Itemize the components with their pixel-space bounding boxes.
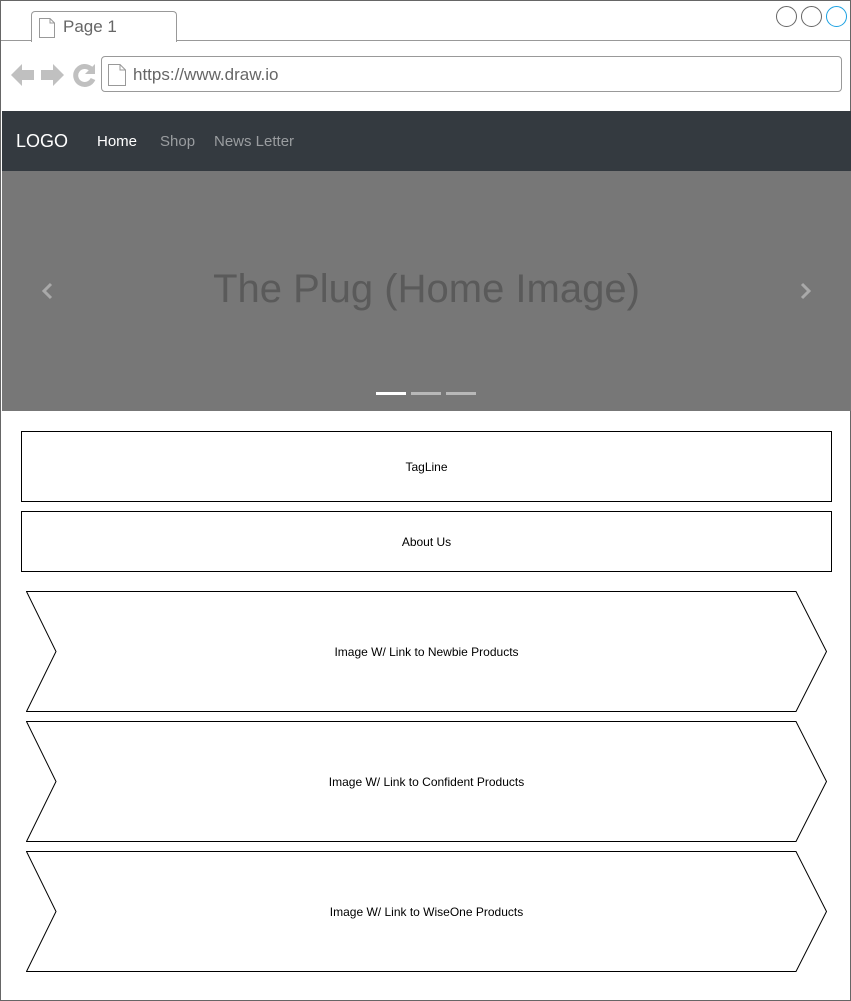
minimize-button[interactable] xyxy=(776,6,797,27)
carousel-indicator[interactable] xyxy=(376,392,406,395)
about-us-text: About Us xyxy=(401,534,452,549)
chevron-label: Image W/ Link to Newbie Products xyxy=(334,644,519,659)
about-us-box: About Us xyxy=(21,511,832,572)
nav-link-shop[interactable]: Shop xyxy=(160,133,195,150)
browser-tab[interactable]: Page 1 xyxy=(31,11,177,42)
page-icon xyxy=(39,18,55,38)
carousel-title: The Plug (Home Image) xyxy=(213,267,640,311)
chevron-label: Image W/ Link to Confident Products xyxy=(328,774,525,789)
hero-carousel: The Plug (Home Image) xyxy=(2,171,851,411)
wiseone-products-link[interactable]: Image W/ Link to WiseOne Products xyxy=(26,851,827,972)
nav-link-home[interactable]: Home xyxy=(97,133,137,150)
tab-title: Page 1 xyxy=(63,17,117,36)
tab-strip: Page 1 xyxy=(1,1,850,42)
carousel-indicator[interactable] xyxy=(446,392,476,395)
site-navbar: LOGO Home Shop News Letter xyxy=(2,111,851,171)
maximize-button[interactable] xyxy=(801,6,822,27)
browser-nav-buttons xyxy=(11,63,97,87)
close-button[interactable] xyxy=(826,6,847,27)
chevron-left-icon[interactable] xyxy=(38,281,58,301)
forward-arrow-icon[interactable] xyxy=(41,64,64,86)
tagline-text: TagLine xyxy=(405,459,448,474)
refresh-icon[interactable] xyxy=(73,63,96,87)
back-arrow-icon[interactable] xyxy=(11,64,34,86)
chevron-label: Image W/ Link to WiseOne Products xyxy=(329,904,524,919)
nav-link-newsletter[interactable]: News Letter xyxy=(214,133,294,150)
tagline-box: TagLine xyxy=(21,431,832,502)
site-logo[interactable]: LOGO xyxy=(16,131,68,152)
confident-products-link[interactable]: Image W/ Link to Confident Products xyxy=(26,721,827,842)
newbie-products-link[interactable]: Image W/ Link to Newbie Products xyxy=(26,591,827,712)
url-text: https://www.draw.io xyxy=(133,65,279,84)
browser-window: Page 1 https://www.draw.io LOGO Home Sho… xyxy=(0,0,851,1001)
carousel-indicator[interactable] xyxy=(411,392,441,395)
chevron-right-icon[interactable] xyxy=(795,281,815,301)
address-bar[interactable]: https://www.draw.io xyxy=(101,56,842,92)
page-icon xyxy=(108,64,126,86)
